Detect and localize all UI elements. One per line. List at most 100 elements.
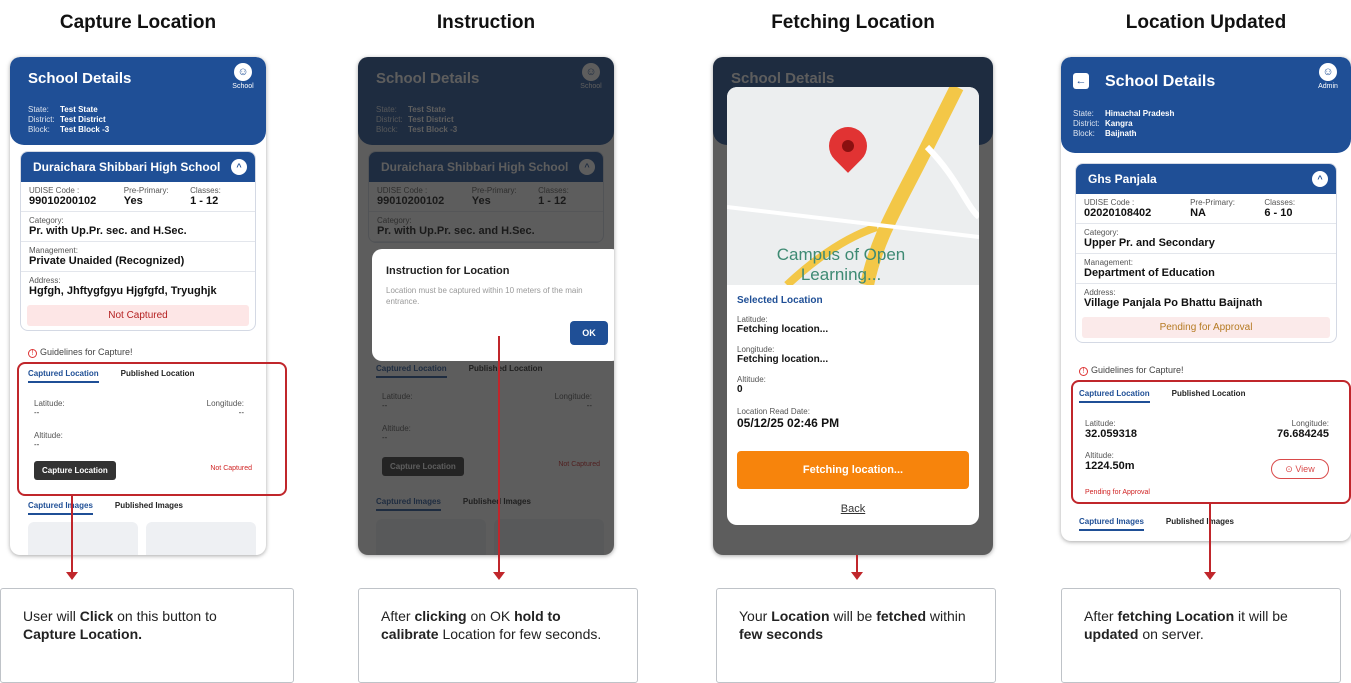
- guidelines-label: Guidelines for Capture!: [40, 347, 133, 357]
- step-note: User will Click on this button to Captur…: [0, 588, 294, 683]
- panel-title: Instruction: [436, 12, 536, 33]
- panel-fetching-location: Fetching Location School Details Campus …: [703, 0, 1003, 683]
- dialog-text: Location must be captured within 10 mete…: [386, 286, 583, 306]
- back-link[interactable]: Back: [727, 503, 979, 515]
- panel-instruction: Instruction School Details ☺School State…: [348, 0, 648, 683]
- chevron-up-icon[interactable]: ^: [1312, 171, 1328, 187]
- note-text: within: [926, 608, 966, 624]
- note-text: After: [1084, 608, 1118, 624]
- fetching-location-button[interactable]: Fetching location...: [737, 451, 969, 489]
- note-text: Location for few seconds.: [438, 626, 602, 642]
- read-date-label: Location Read Date:: [737, 407, 810, 416]
- altitude-row: Altitude: 0: [737, 375, 969, 395]
- state-value: Test State: [60, 105, 98, 114]
- management-value: Department of Education: [1084, 267, 1215, 279]
- phone-screen: School Details ☺School State:Test State …: [358, 57, 614, 555]
- udise-row: UDISE Code :02020108402 Pre-Primary: NA C…: [1076, 194, 1336, 224]
- address-row: Address: Village Panjala Po Bhattu Baijna…: [1076, 284, 1336, 313]
- school-card: Duraichara Shibbari High School ^ UDISE C…: [20, 151, 256, 331]
- classes-value: 1 - 12: [190, 195, 219, 207]
- note-bold: fetching Location: [1117, 608, 1235, 624]
- category-value: Upper Pr. and Secondary: [1084, 237, 1215, 249]
- latitude-row: Latitude: Fetching location...: [737, 315, 969, 335]
- address-label: Address:: [1084, 288, 1116, 297]
- image-slot[interactable]: [146, 522, 256, 555]
- note-bold: updated: [1084, 626, 1139, 642]
- info-icon: !: [1079, 367, 1088, 376]
- preprimary-value: Yes: [123, 195, 143, 207]
- preprimary-label: Pre-Primary:: [123, 186, 169, 195]
- block-label: Block:: [1073, 129, 1095, 138]
- udise-row: UDISE Code :99010200102 Pre-Primary:Yes …: [21, 182, 255, 212]
- school-name: Ghs Panjala: [1088, 172, 1157, 186]
- category-row: Category:Pr. with Up.Pr. sec. and H.Sec.: [21, 212, 255, 242]
- role-label: Admin: [1318, 83, 1338, 90]
- state-label: State:: [1073, 109, 1094, 118]
- step-note: After clicking on OK hold to calibrate L…: [358, 588, 638, 683]
- address-row: Address: Hgfgh, Jhftygfgyu Hjgfgfd, Tryug…: [21, 272, 255, 301]
- udise-value: 02020108402: [1084, 207, 1152, 219]
- guidelines-link[interactable]: ! Guidelines for Capture!: [1079, 365, 1184, 376]
- tab-published-images[interactable]: Published Images: [1166, 517, 1234, 531]
- block-label: Block:: [28, 125, 50, 134]
- tab-captured-images[interactable]: Captured Images: [28, 501, 93, 515]
- map-pin-dot: [842, 140, 854, 152]
- ok-button[interactable]: OK: [570, 321, 608, 345]
- address-value: Hgfgh, Jhftygfgyu Hjgfgfd, Tryughjk: [29, 285, 217, 297]
- arrow-line: [1209, 504, 1211, 572]
- dialog-title: Instruction for Location: [386, 265, 510, 277]
- longitude-value: Fetching location...: [737, 354, 829, 365]
- note-bold: Location: [771, 608, 830, 624]
- category-row: Category: Upper Pr. and Secondary: [1076, 224, 1336, 254]
- panel-location-updated: Location Updated ← School Details ☺ Admin…: [1051, 0, 1351, 683]
- role-button[interactable]: ☺ School: [226, 63, 260, 90]
- latitude-label: Latitude:: [737, 315, 768, 324]
- latitude-value: Fetching location...: [737, 324, 829, 335]
- tab-published-images[interactable]: Published Images: [115, 501, 183, 515]
- arrow-line: [498, 336, 500, 572]
- arrow-down-icon: [851, 572, 863, 580]
- role-button[interactable]: ☺ Admin: [1311, 63, 1345, 90]
- panel-title: Fetching Location: [771, 12, 935, 33]
- school-name-header[interactable]: Duraichara Shibbari High School ^: [21, 152, 255, 182]
- note-text: will be: [829, 608, 877, 624]
- classes-label: Classes:: [1264, 198, 1296, 207]
- tab-captured-images[interactable]: Captured Images: [1079, 517, 1144, 531]
- arrow-line: [856, 555, 858, 573]
- altitude-value: 0: [737, 384, 743, 395]
- school-card: Ghs Panjala ^ UDISE Code :02020108402 Pre…: [1075, 163, 1337, 343]
- map-view[interactable]: Campus of Open Learning...: [727, 87, 979, 285]
- district-label: District:: [28, 115, 55, 124]
- header-title: School Details: [28, 70, 132, 87]
- longitude-row: Longitude: Fetching location...: [737, 345, 969, 365]
- note-bold: clicking: [414, 608, 467, 624]
- management-row: Management: Private Unaided (Recognized): [21, 242, 255, 272]
- image-slot[interactable]: [28, 522, 138, 555]
- udise-label: UDISE Code :: [29, 186, 80, 195]
- selected-location-title: Selected Location: [737, 295, 823, 306]
- block-value: Baijnath: [1105, 129, 1137, 138]
- guidelines-link[interactable]: ! Guidelines for Capture!: [28, 347, 133, 358]
- note-text: on this button to: [113, 608, 217, 624]
- header-title: School Details: [1105, 73, 1216, 90]
- arrow-down-icon: [1204, 572, 1216, 580]
- note-text: it will be: [1234, 608, 1288, 624]
- chevron-up-icon[interactable]: ^: [231, 159, 247, 175]
- classes-value: 6 - 10: [1264, 207, 1293, 219]
- status-badge: Pending for Approval: [1082, 317, 1330, 338]
- district-label: District:: [1073, 119, 1100, 128]
- altitude-label: Altitude:: [737, 375, 766, 384]
- management-row: Management: Department of Education: [1076, 254, 1336, 284]
- back-arrow-icon[interactable]: ←: [1073, 73, 1089, 89]
- category-label: Category:: [29, 216, 64, 225]
- note-text: on OK: [466, 608, 515, 624]
- note-text: After: [381, 608, 415, 624]
- preprimary-label: Pre-Primary:: [1190, 198, 1235, 207]
- app-header: ← School Details ☺ Admin State: Himachal P…: [1061, 57, 1351, 153]
- image-thumbnails: [28, 522, 256, 555]
- address-label: Address:: [29, 276, 61, 285]
- school-name-header[interactable]: Ghs Panjala ^: [1076, 164, 1336, 194]
- management-label: Management:: [1084, 258, 1133, 267]
- management-label: Management:: [29, 246, 78, 255]
- udise-value: 99010200102: [29, 195, 97, 207]
